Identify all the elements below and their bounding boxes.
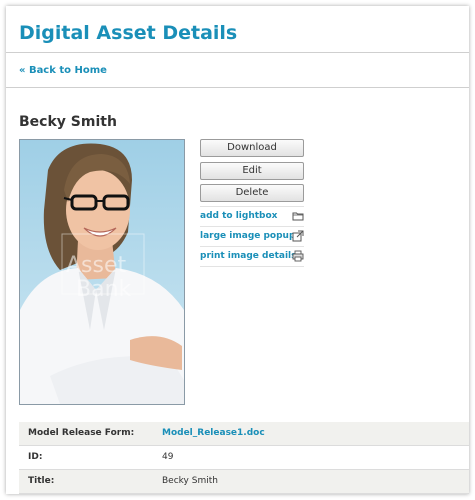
divider — [6, 87, 469, 88]
watermark-text: Bank — [76, 277, 132, 302]
asset-name: Becky Smith — [19, 114, 117, 130]
printer-icon — [292, 250, 304, 262]
folder-icon — [292, 210, 304, 222]
detail-value: 49 — [162, 452, 174, 462]
watermark-text: Asset — [66, 253, 127, 278]
detail-key: ID: — [28, 452, 43, 462]
divider — [6, 52, 469, 53]
table-row: Title: Becky Smith — [19, 470, 469, 494]
page-title: Digital Asset Details — [19, 22, 238, 44]
detail-key: Title: — [28, 476, 55, 486]
delete-button[interactable]: Delete — [200, 184, 304, 202]
add-to-lightbox-link[interactable]: add to lightbox — [200, 210, 304, 224]
table-row: Model Release Form: Model_Release1.doc — [19, 422, 469, 446]
model-release-form-link[interactable]: Model_Release1.doc — [162, 428, 265, 438]
divider — [200, 206, 304, 207]
table-row: ID: 49 — [19, 446, 469, 470]
print-image-details-link[interactable]: print image details — [200, 250, 304, 264]
add-to-lightbox-label: add to lightbox — [200, 211, 278, 221]
detail-key: Model Release Form: — [28, 428, 135, 438]
large-image-popup-label: large image popup — [200, 231, 296, 241]
popup-icon — [292, 230, 304, 242]
asset-image[interactable]: Asset Bank — [19, 139, 185, 405]
asset-details-table: Model Release Form: Model_Release1.doc I… — [19, 422, 469, 494]
large-image-popup-link[interactable]: large image popup — [200, 230, 304, 244]
download-button[interactable]: Download — [200, 139, 304, 157]
page-frame: Digital Asset Details « Back to Home Bec… — [6, 6, 469, 494]
detail-value: Becky Smith — [162, 476, 218, 486]
divider — [200, 266, 304, 267]
print-image-details-label: print image details — [200, 251, 297, 261]
edit-button[interactable]: Edit — [200, 162, 304, 180]
back-to-home-link[interactable]: « Back to Home — [19, 65, 107, 76]
divider — [200, 226, 304, 227]
divider — [200, 246, 304, 247]
